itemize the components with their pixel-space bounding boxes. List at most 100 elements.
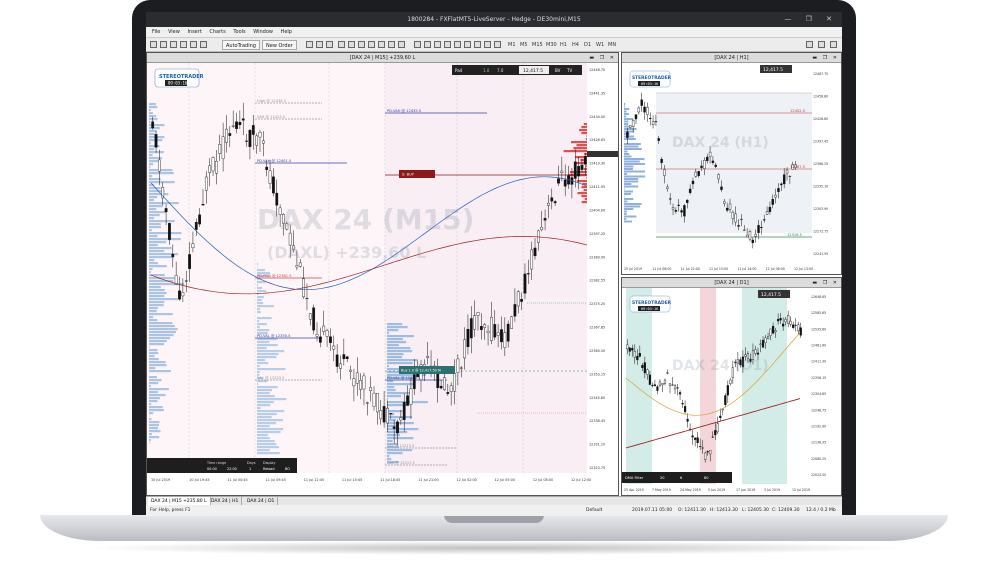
menu-insert[interactable]: Insert: [187, 29, 201, 35]
autoscroll-icon[interactable]: [368, 41, 375, 48]
volume-profile-bar: [149, 145, 160, 148]
h1-candle: [671, 207, 675, 210]
h1-candlestick-chart[interactable]: 12452.5 12387.5 12316.5 12487.75 12458.80 124…: [622, 63, 841, 274]
menu-charts[interactable]: Charts: [209, 29, 225, 35]
price-axis-label: 12382.55: [589, 279, 605, 283]
main-chart-area[interactable]: High @ 12436.5 VAH @ 12423.5 PD-VAH @ 1243…: [147, 63, 618, 495]
chat-icon[interactable]: [818, 41, 825, 48]
d1-chart-window-controls[interactable]: ▬ ❐ ✕: [812, 278, 839, 288]
main-candle: [308, 313, 312, 320]
d1-price-label: 12481.60: [811, 344, 826, 348]
market-watch-icon[interactable]: [170, 41, 177, 48]
volume-profile-bar: [387, 362, 413, 365]
volume-profile-bar: [149, 229, 152, 232]
channel-icon[interactable]: [464, 41, 471, 48]
autotrading-button[interactable]: AutoTrading: [222, 40, 260, 50]
tf-m30[interactable]: M30: [546, 40, 557, 50]
trendline-icon[interactable]: [454, 41, 461, 48]
tf-m15[interactable]: M15: [532, 40, 543, 50]
h1-candle: [751, 239, 755, 244]
window-controls[interactable]: — ❐ ✕: [784, 12, 838, 27]
d1-candle: [658, 381, 662, 386]
tf-m1[interactable]: M1: [508, 40, 516, 50]
templates-icon[interactable]: [398, 41, 405, 48]
volume-profile-bar: [387, 341, 407, 344]
d1-candlestick-chart[interactable]: 12648.65 12585.65 12535.60 12481.60 12411.30…: [622, 288, 841, 495]
menu-view[interactable]: View: [168, 29, 180, 35]
main-chart-window-controls[interactable]: ▬ ❐ ✕: [589, 53, 616, 63]
d1-chart-window: [DAX 24 | D1] ▬ ❐ ✕ 12648.65 12585.65 1253…: [621, 277, 842, 496]
d1-candle: [772, 326, 775, 334]
fibo-icon[interactable]: [474, 41, 481, 48]
hline-icon[interactable]: [444, 41, 451, 48]
crosshair-icon[interactable]: [424, 41, 431, 48]
zoom-out-icon[interactable]: [348, 41, 355, 48]
d1-price-label: 12535.60: [811, 327, 826, 331]
new-chart-icon[interactable]: [150, 41, 157, 48]
main-candle: [372, 392, 376, 407]
h1-price-label: 12397.45: [813, 140, 828, 144]
menu-tools[interactable]: Tools: [233, 29, 245, 35]
volume-profile-bar: [149, 133, 155, 136]
navigator-icon[interactable]: [180, 41, 187, 48]
volume-profile-bar: [257, 305, 274, 308]
volume-profile-right-bar: [571, 141, 587, 144]
volume-profile-bar: [149, 292, 167, 295]
tile-icon[interactable]: [358, 41, 365, 48]
h1-chart-window-controls[interactable]: ▬ ❐ ✕: [812, 53, 839, 63]
cursor-icon[interactable]: [414, 41, 421, 48]
volume-profile-bar: [257, 347, 267, 350]
shapes-icon[interactable]: [494, 41, 501, 48]
menu-file[interactable]: File: [152, 29, 160, 35]
candle-chart-icon[interactable]: [316, 41, 323, 48]
d1-candle: [628, 347, 631, 352]
h1-chart-header: [DAX 24 | H1] ▬ ❐ ✕: [622, 53, 841, 63]
d1-chart-area[interactable]: 12648.65 12585.65 12535.60 12481.60 12411.30…: [622, 288, 841, 495]
main-candle: [201, 204, 205, 206]
signals-icon[interactable]: [830, 41, 837, 48]
h1-volume-bar: [624, 203, 642, 205]
menu-help[interactable]: Help: [281, 29, 292, 35]
tf-w1[interactable]: W1: [596, 40, 604, 50]
vline-icon[interactable]: [434, 41, 441, 48]
line-chart-icon[interactable]: [326, 41, 333, 48]
main-candle: [382, 406, 386, 423]
terminal-icon[interactable]: [190, 41, 197, 48]
h1-candle: [763, 219, 766, 221]
new-order-button[interactable]: New Order: [262, 40, 297, 50]
time-axis-label: 12 Jul 05:00: [495, 478, 515, 482]
profiles-icon[interactable]: [160, 41, 167, 48]
tester-icon[interactable]: [200, 41, 207, 48]
chart-tab-bar: DAX 24 | M15 +235.80 L DAX 24 | H1 DAX 2…: [146, 496, 842, 506]
tf-h1[interactable]: H1: [560, 40, 567, 50]
price-axis-label: 12434.00: [589, 115, 605, 119]
d1-candle: [744, 354, 747, 357]
main-candlestick-chart[interactable]: High @ 12436.5 VAH @ 12423.5 PD-VAH @ 1243…: [147, 63, 618, 495]
volume-profile-bar: [149, 379, 162, 382]
text-icon[interactable]: [484, 41, 491, 48]
indicators-icon[interactable]: [388, 41, 395, 48]
search-icon[interactable]: [806, 41, 813, 48]
tf-m5[interactable]: M5: [520, 40, 528, 50]
h1-candle: [663, 169, 666, 176]
main-candle: [513, 304, 517, 317]
volume-profile-bar: [149, 181, 175, 184]
time-axis-label: 11 Jul 18:45: [380, 478, 400, 482]
zoom-in-icon[interactable]: [338, 41, 345, 48]
d1-price-label: 12411.30: [811, 360, 826, 364]
tf-h4[interactable]: H4: [572, 40, 579, 50]
volume-profile-bar: [149, 367, 156, 370]
chart-shift-icon[interactable]: [378, 41, 385, 48]
bar-chart-icon[interactable]: [306, 41, 313, 48]
tf-d1[interactable]: D1: [584, 40, 591, 50]
menu-window[interactable]: Window: [253, 29, 273, 35]
h1-chart-area[interactable]: 12452.5 12387.5 12316.5 12487.75 12458.80 124…: [622, 63, 841, 274]
tf-mn[interactable]: MN: [608, 40, 616, 50]
h1-candle: [743, 229, 746, 231]
quick-panel-sell: 1.0: [483, 68, 490, 73]
volume-profile-bar: [257, 296, 265, 299]
h1-volume-bar: [624, 118, 634, 120]
volume-profile-bar: [387, 449, 413, 452]
time-axis-label: 11 Jul 21:00: [418, 478, 438, 482]
volume-profile-bar: [257, 386, 278, 389]
